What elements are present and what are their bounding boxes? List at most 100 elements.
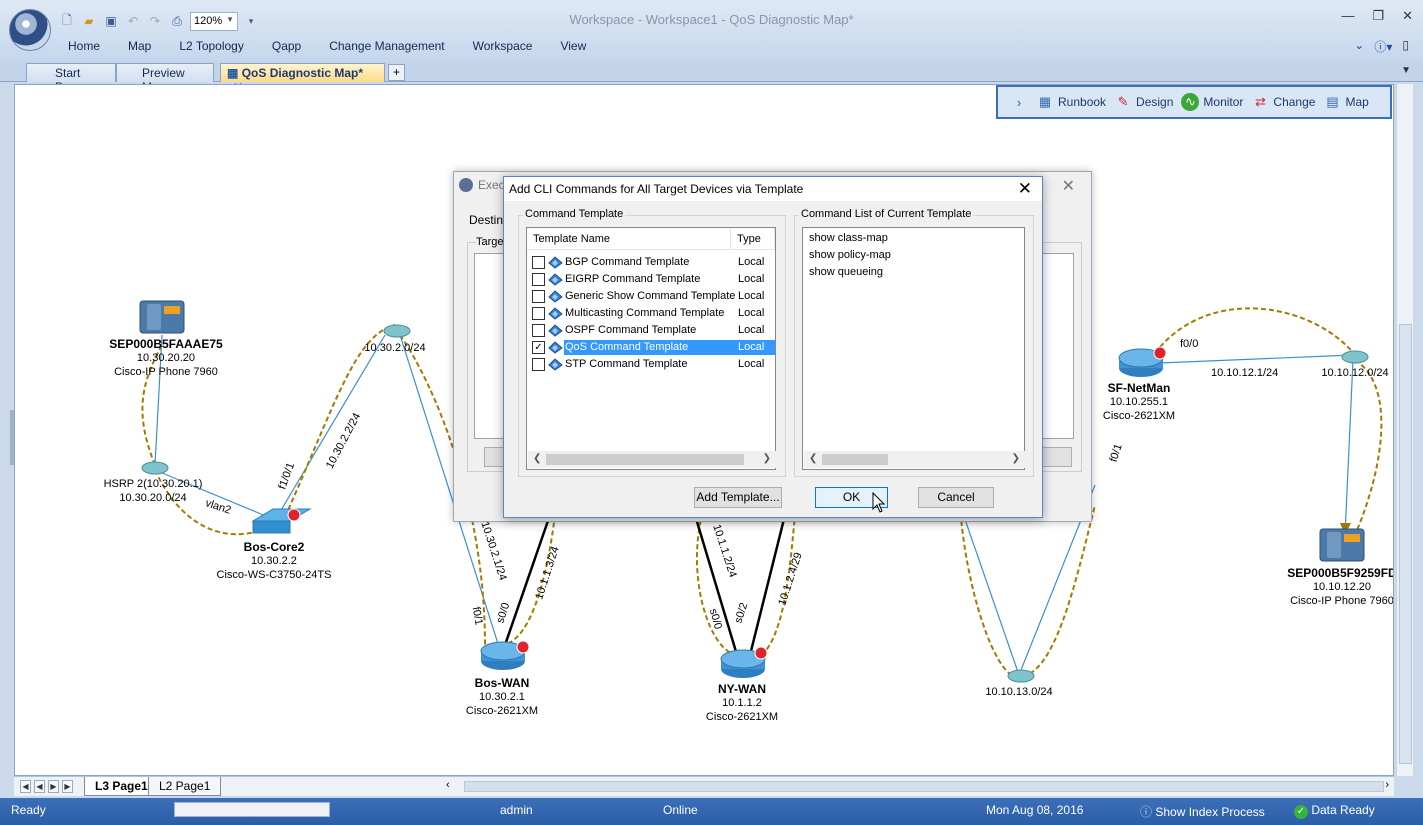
phone1-label[interactable]: SEP000B5FAAAE75 10.30.20.20 Cisco-IP Pho… <box>109 337 222 379</box>
ny-wan-label[interactable]: NY-WAN 10.1.1.2 Cisco-2621XM <box>706 682 778 724</box>
template-row[interactable]: EIGRP Command Template Local <box>527 271 775 288</box>
restore-icon[interactable]: ❐ <box>1372 8 1384 24</box>
menu-home[interactable]: Home <box>54 38 114 54</box>
tab-start-page[interactable]: Start Page <box>26 63 116 94</box>
column-header-type[interactable]: Type <box>731 228 775 250</box>
change-icon: ⇄ <box>1254 94 1266 109</box>
scroll-thumb[interactable] <box>1399 324 1412 764</box>
subnet-1012-label[interactable]: 10.10.12.0/24 <box>1321 366 1388 380</box>
menu-view[interactable]: View <box>546 38 600 54</box>
command-item[interactable]: show class-map <box>809 232 888 244</box>
link-label-f0-0: f0/0 <box>1180 338 1199 350</box>
info-icon: ⓘ <box>1140 805 1153 819</box>
add-template-button[interactable]: Add Template... <box>694 487 782 508</box>
scroll-left-icon[interactable]: ‹ <box>446 779 450 791</box>
link-label-10-10-12-1: 10.10.12.1/24 <box>1211 367 1279 379</box>
template-row[interactable]: Generic Show Command Template Local <box>527 288 775 305</box>
command-list-hscroll[interactable]: ❮ ❯ <box>804 451 1025 468</box>
collapse-ribbon-icon[interactable]: ⌄ <box>1354 38 1364 55</box>
horizontal-scrollbar[interactable]: ‹ › <box>444 779 1389 794</box>
show-index-process[interactable]: ⓘ Show Index Process <box>1140 803 1265 820</box>
link-sf-1012 <box>1159 354 1354 364</box>
vertical-scrollbar[interactable] <box>1396 84 1413 776</box>
bos-core-label[interactable]: Bos-Core2 10.30.2.2 Cisco-WS-C3750-24TS <box>217 540 332 582</box>
phone-node-2 <box>1319 528 1365 562</box>
template-row[interactable]: OSPF Command Template Local <box>527 322 775 339</box>
scroll-right-icon[interactable]: › <box>1385 779 1389 791</box>
sf-netman-label[interactable]: SF-NetMan 10.10.255.1 Cisco-2621XM <box>1103 381 1175 423</box>
menu-workspace[interactable]: Workspace <box>459 38 547 54</box>
template-checkbox[interactable] <box>532 256 545 269</box>
scroll-left-icon[interactable]: ❮ <box>809 453 817 464</box>
scroll-thumb[interactable] <box>546 454 744 465</box>
map-button[interactable]: ▤ Map <box>1323 93 1369 111</box>
command-item[interactable]: show policy-map <box>809 249 891 261</box>
template-list[interactable]: Template Name Type BGP Command Template L… <box>526 227 776 470</box>
menu-map[interactable]: Map <box>114 38 165 54</box>
template-type: Local <box>738 358 765 370</box>
change-button[interactable]: ⇄ Change <box>1251 93 1316 111</box>
scroll-left-icon[interactable]: ❮ <box>533 453 541 464</box>
scroll-right-icon[interactable]: ❯ <box>1012 453 1020 464</box>
next-page-icon[interactable]: ▶ <box>48 780 59 793</box>
monitor-button[interactable]: ∿ Monitor <box>1181 93 1243 111</box>
subnet-302-label[interactable]: 10.30.2.0/24 <box>364 341 425 355</box>
close-icon[interactable]: ✕ <box>1402 8 1413 24</box>
subnet-1013-label[interactable]: 10.10.13.0/24 <box>985 685 1052 699</box>
scroll-thumb[interactable] <box>464 781 1384 792</box>
first-page-icon[interactable]: ◀ <box>20 780 31 793</box>
menu-change-management[interactable]: Change Management <box>315 38 458 54</box>
template-checkbox[interactable] <box>532 358 545 371</box>
add-cli-commands-dialog: Add CLI Commands for All Target Devices … <box>503 176 1043 518</box>
cancel-button[interactable]: Cancel <box>918 487 994 508</box>
target-button-right[interactable] <box>1042 447 1072 467</box>
prev-page-icon[interactable]: ◀ <box>34 780 45 793</box>
template-row[interactable]: BGP Command Template Local <box>527 254 775 271</box>
menu-l2-topology[interactable]: L2 Topology <box>165 38 258 54</box>
template-checkbox[interactable] <box>532 290 545 303</box>
template-checkbox[interactable] <box>532 307 545 320</box>
info-icon[interactable]: ⓘ▾ <box>1374 38 1392 55</box>
runbook-button[interactable]: ▦ Runbook <box>1036 93 1106 111</box>
design-button[interactable]: ✎ Design <box>1114 93 1174 111</box>
template-name: STP Command Template <box>565 358 688 370</box>
last-page-icon[interactable]: ▶ <box>62 780 73 793</box>
change-label: Change <box>1273 95 1316 109</box>
subnet-1013-node <box>1007 669 1035 683</box>
column-header-name[interactable]: Template Name <box>527 228 731 250</box>
chevron-right-icon[interactable]: › <box>1010 93 1028 111</box>
template-checkbox[interactable]: ✓ <box>532 341 545 354</box>
bos-wan-label[interactable]: Bos-WAN 10.30.2.1 Cisco-2621XM <box>466 676 538 718</box>
template-checkbox[interactable] <box>532 273 545 286</box>
hsrp-label[interactable]: HSRP 2(10.30.20.1) 10.30.20.0/24 <box>104 477 203 505</box>
template-type: Local <box>738 290 765 302</box>
document-tabs: Start Page Preview Map ▦ QoS Diagnostic … <box>0 62 1423 94</box>
scroll-right-icon[interactable]: ❯ <box>763 453 771 464</box>
tab-qos-diagnostic-map[interactable]: ▦ QoS Diagnostic Map* ✕ <box>220 63 385 94</box>
template-row[interactable]: ✓ QoS Command Template Local <box>527 339 775 356</box>
phone2-label[interactable]: SEP000B5F9259FD 10.10.12.20 Cisco-IP Pho… <box>1287 566 1394 608</box>
menu-qapp[interactable]: Qapp <box>258 38 315 54</box>
panel-collapse-handle[interactable] <box>10 410 14 465</box>
tab-preview-map[interactable]: Preview Map <box>116 63 214 94</box>
page-tab-l2-page1[interactable]: L2 Page1 <box>148 777 222 796</box>
add-tab-button[interactable]: + <box>388 64 405 81</box>
node-ip: 10.10.12.20 <box>1312 581 1372 593</box>
command-list[interactable]: show class-map show policy-map show queu… <box>802 227 1025 470</box>
dialog-title: Exec <box>478 178 505 192</box>
close-icon[interactable]: ✕ <box>1018 179 1032 199</box>
mouse-cursor-icon <box>872 492 886 513</box>
node-model: Cisco-IP Phone 7960 <box>1290 595 1394 607</box>
command-item[interactable]: show queueing <box>809 266 883 278</box>
tab-list-icon[interactable]: ▼ <box>1401 65 1411 76</box>
close-icon[interactable]: ✕ <box>1062 176 1075 196</box>
template-list-hscroll[interactable]: ❮ ❯ <box>528 451 776 468</box>
pin-icon[interactable]: ▯ <box>1402 38 1409 55</box>
scroll-thumb[interactable] <box>822 454 888 465</box>
template-row[interactable]: Multicasting Command Template Local <box>527 305 775 322</box>
template-row[interactable]: STP Command Template Local <box>527 356 775 373</box>
data-ready-label: Data Ready <box>1311 803 1375 817</box>
node-ip: 10.30.2.2 <box>251 555 297 567</box>
template-checkbox[interactable] <box>532 324 545 337</box>
minimize-icon[interactable]: — <box>1341 8 1354 24</box>
